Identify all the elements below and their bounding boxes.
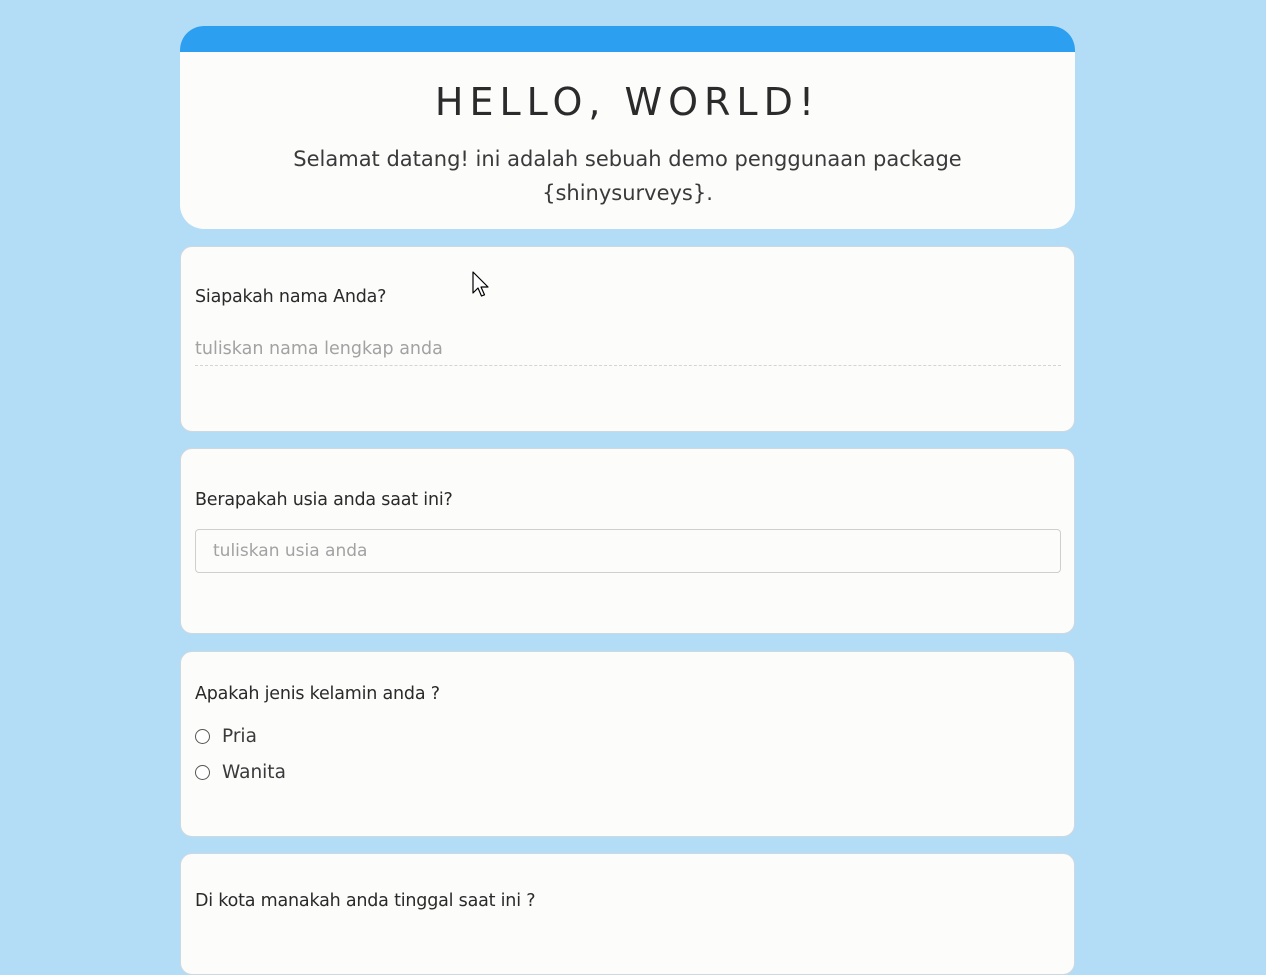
radio-label-pria[interactable]: Pria <box>222 726 257 747</box>
radio-label-wanita[interactable]: Wanita <box>222 762 286 783</box>
question-card-city: Di kota manakah anda tinggal saat ini ? <box>180 853 1075 975</box>
mouse-pointer-icon <box>472 271 489 297</box>
question-label-age: Berapakah usia anda saat ini? <box>195 490 453 510</box>
question-label-city: Di kota manakah anda tinggal saat ini ? <box>195 891 536 911</box>
question-label-name: Siapakah nama Anda? <box>195 287 387 307</box>
page-subtitle: Selamat datang! ini adalah sebuah demo p… <box>293 147 962 205</box>
page-title: HELLO, WORLD! <box>434 80 821 124</box>
radio-option-wanita[interactable]: Wanita <box>195 760 286 784</box>
question-label-gender: Apakah jenis kelamin anda ? <box>195 684 440 704</box>
question-card-name: Siapakah nama Anda? <box>180 246 1075 432</box>
radio-option-pria[interactable]: Pria <box>195 724 257 748</box>
name-input[interactable] <box>195 333 1061 366</box>
survey-header: HELLO, WORLD! Selamat datang! ini adalah… <box>180 26 1075 229</box>
question-card-gender: Apakah jenis kelamin anda ? Pria Wanita <box>180 651 1075 837</box>
header-accent-bar <box>180 26 1075 52</box>
radio-button-pria[interactable] <box>195 728 210 744</box>
radio-button-wanita[interactable] <box>195 764 210 780</box>
age-input[interactable] <box>195 529 1061 573</box>
question-card-age: Berapakah usia anda saat ini? <box>180 448 1075 634</box>
survey-container: HELLO, WORLD! Selamat datang! ini adalah… <box>180 26 1075 975</box>
